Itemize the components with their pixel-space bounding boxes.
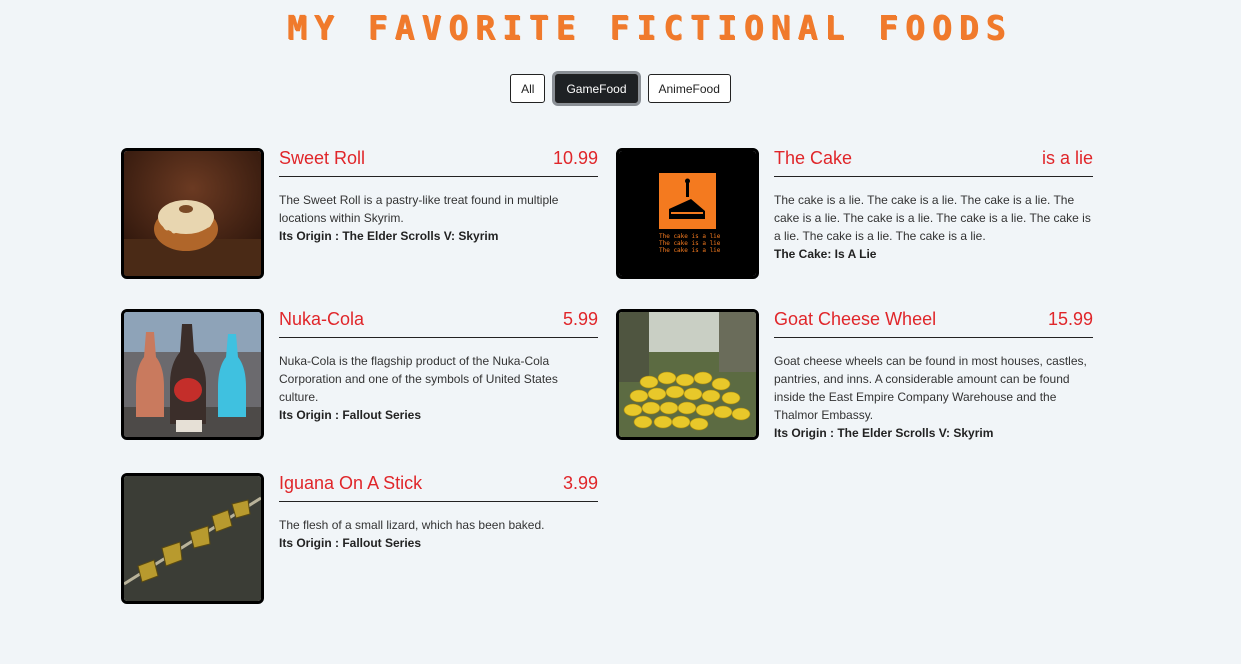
filter-all-button[interactable]: All: [510, 74, 546, 103]
filter-animefood-button[interactable]: AnimeFood: [647, 74, 731, 103]
item-price: 15.99: [1047, 309, 1093, 329]
menu-item-iguana-on-a-stick: Iguana On A Stick 3.99 The flesh of a sm…: [121, 473, 598, 604]
item-origin: Its Origin : Fallout Series: [279, 408, 422, 422]
page-title: MY FAVORITE FICTIONAL FOODS: [287, 8, 1013, 47]
item-description: Goat cheese wheels can be found in most …: [774, 354, 1087, 422]
menu-item-sweet-roll: Sweet Roll 10.99 The Sweet Roll is a pas…: [121, 148, 598, 279]
filter-gamefood-button[interactable]: GameFood: [555, 74, 638, 103]
item-description: The Sweet Roll is a pastry-like treat fo…: [279, 193, 559, 225]
menu-item-goat-cheese-wheel: Goat Cheese Wheel 15.99 Goat cheese whee…: [616, 309, 1093, 440]
svg-text:The cake is a lie: The cake is a lie: [659, 247, 721, 254]
item-name: Nuka-Cola: [279, 309, 365, 329]
item-origin: Its Origin : The Elder Scrolls V: Skyrim: [774, 426, 994, 440]
item-name: Goat Cheese Wheel: [774, 309, 937, 329]
filter-bar: All GameFood AnimeFood: [0, 74, 1241, 103]
cake-image-text: The cake is a lie: [659, 233, 721, 240]
item-description: The flesh of a small lizard, which has b…: [279, 518, 545, 532]
item-name: Iguana On A Stick: [279, 473, 423, 493]
item-description: Nuka-Cola is the flagship product of the…: [279, 354, 558, 404]
item-name: The Cake: [774, 148, 853, 168]
iguana-image: [121, 473, 264, 604]
svg-text:The cake is a lie: The cake is a lie: [659, 240, 721, 247]
cake-image: The cake is a lie The cake is a lie The …: [616, 148, 759, 279]
item-name: Sweet Roll: [279, 148, 366, 168]
item-price: is a lie: [1041, 148, 1093, 168]
menu-item-nuka-cola: Nuka-Cola 5.99 Nuka-Cola is the flagship…: [121, 309, 598, 440]
item-origin: Its Origin : The Elder Scrolls V: Skyrim: [279, 229, 499, 243]
nuka-cola-image: [121, 309, 264, 440]
item-origin: The Cake: Is A Lie: [774, 247, 877, 261]
sweet-roll-image: [121, 148, 264, 279]
item-description: The cake is a lie. The cake is a lie. Th…: [774, 193, 1091, 243]
item-price: 10.99: [552, 148, 598, 168]
item-origin: Its Origin : Fallout Series: [279, 536, 422, 550]
item-price: 5.99: [562, 309, 598, 329]
menu-item-the-cake: The cake is a lie The cake is a lie The …: [616, 148, 1093, 279]
item-price: 3.99: [562, 473, 598, 493]
goat-cheese-image: [616, 309, 759, 440]
